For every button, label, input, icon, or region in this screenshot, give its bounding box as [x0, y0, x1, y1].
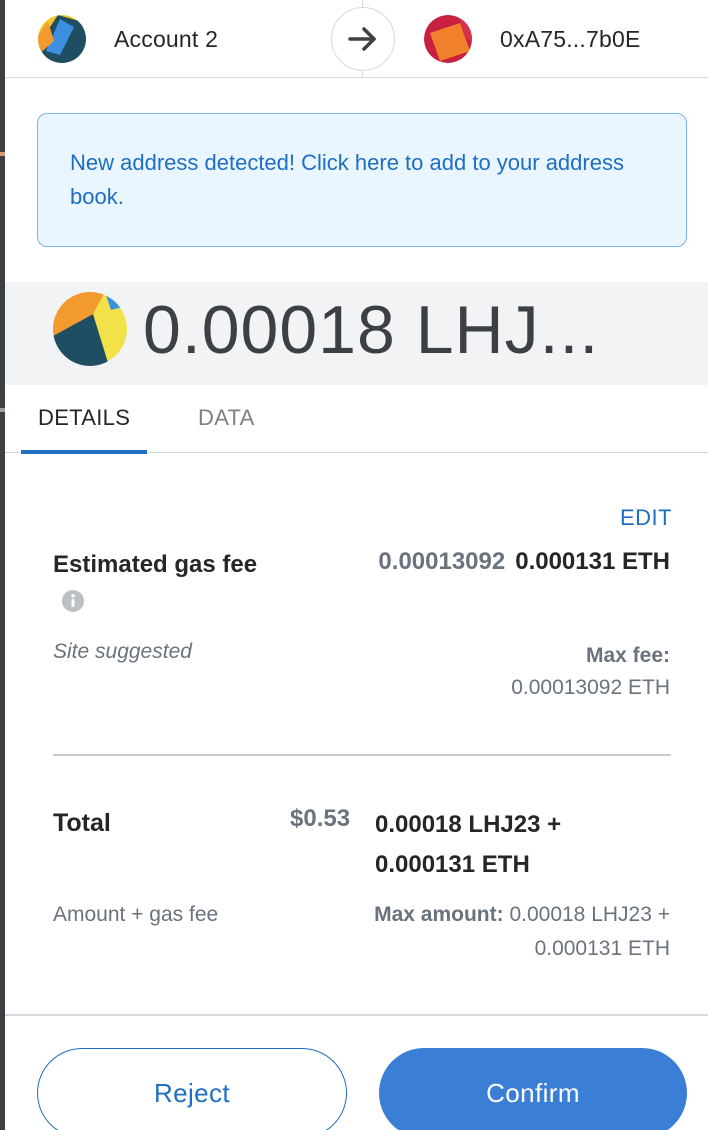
amount-display: 0.00018 LHJ...	[5, 282, 708, 385]
confirm-button[interactable]: Confirm	[379, 1048, 687, 1130]
account-avatar-icon	[38, 15, 86, 63]
max-fee-label: Max fee:	[585, 644, 670, 667]
amount-value: 0.00018 LHJ...	[143, 292, 600, 368]
site-suggested-label: Site suggested	[53, 640, 192, 663]
gas-fee-secondary: 0.00013092	[378, 548, 506, 575]
active-tab-indicator	[21, 450, 147, 454]
reject-button[interactable]: Reject	[37, 1048, 347, 1130]
tab-bar: DETAILS DATA	[5, 385, 708, 454]
info-icon[interactable]	[61, 586, 85, 625]
tab-data[interactable]: DATA	[198, 405, 255, 431]
to-account[interactable]: 0xA75...7b0E	[424, 15, 641, 63]
total-label: Total	[53, 809, 111, 837]
window-edge	[0, 0, 5, 1130]
new-address-banner[interactable]: New address detected! Click here to add …	[37, 113, 687, 247]
max-amount-label: Max amount:	[374, 903, 504, 926]
recipient-avatar-icon	[424, 15, 472, 63]
amount-gas-label: Amount + gas fee	[53, 903, 219, 926]
max-amount: Max amount: 0.00018 LHJ23 + 0.000131 ETH	[310, 898, 670, 966]
arrow-right-button[interactable]	[331, 7, 395, 71]
token-icon	[53, 292, 127, 366]
from-account-name: Account 2	[114, 25, 219, 52]
max-amount-value: 0.00018 LHJ23 + 0.000131 ETH	[509, 903, 670, 960]
from-account[interactable]: Account 2	[38, 15, 218, 63]
arrow-right-icon	[348, 27, 376, 51]
gas-fee-label-text: Estimated gas fee	[53, 551, 258, 578]
max-fee: Max fee: 0.00013092 ETH	[511, 640, 670, 704]
gas-fee-values: 0.00013092 0.000131 ETH	[378, 545, 670, 579]
footer-divider	[5, 1014, 708, 1016]
section-divider	[53, 754, 671, 756]
tab-details[interactable]: DETAILS	[38, 405, 130, 431]
total-crypto: 0.00018 LHJ23 + 0.000131 ETH	[375, 811, 562, 878]
transaction-header: Account 2 0xA75...7b0E	[5, 0, 708, 78]
gas-fee-primary: 0.000131 ETH	[515, 548, 670, 575]
banner-text: New address detected! Click here to add …	[70, 150, 624, 209]
gas-fee-label: Estimated gas fee	[53, 545, 273, 625]
to-account-address: 0xA75...7b0E	[500, 25, 641, 52]
max-fee-value: 0.00013092 ETH	[511, 676, 670, 699]
edit-gas-button[interactable]: EDIT	[620, 505, 672, 531]
edge-mark	[0, 152, 5, 156]
total-usd: $0.53	[290, 805, 351, 832]
